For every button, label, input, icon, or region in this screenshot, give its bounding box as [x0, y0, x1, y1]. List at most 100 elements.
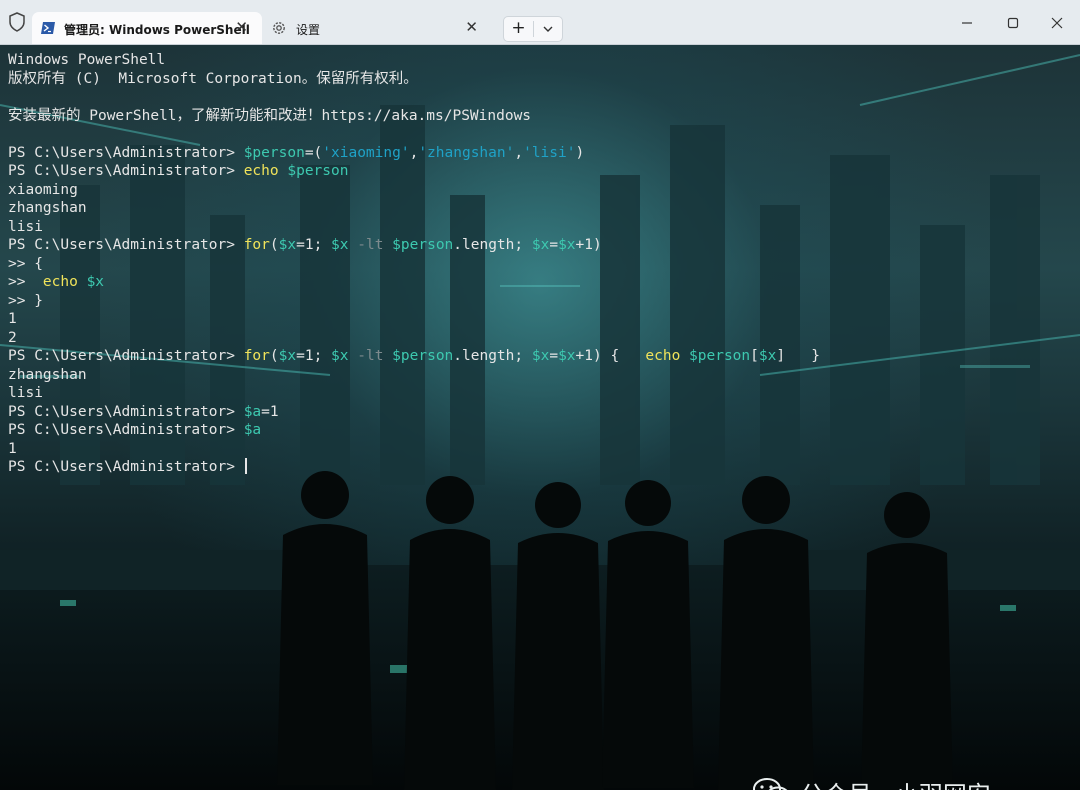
close-tab-button[interactable]: ✕ — [465, 18, 478, 36]
terminal-token: $x — [531, 348, 550, 364]
terminal-token: $a — [243, 403, 262, 420]
terminal-line: PS C:\Users\Administrator> $a — [8, 421, 820, 440]
terminal-line: PS C:\Users\Administrator> for($x=1; $x … — [8, 347, 820, 366]
terminal-token: $x — [331, 348, 349, 364]
terminal-token: ] } — [776, 348, 820, 364]
terminal-token: $x — [331, 237, 349, 253]
terminal-token: .length; — [453, 348, 532, 364]
shield-icon — [9, 12, 25, 32]
terminal-token: for — [243, 348, 270, 364]
terminal-token: PS C:\Users\Administrator> — [8, 144, 244, 161]
text-cursor — [244, 458, 247, 474]
close-tab-button[interactable]: ✕ — [235, 18, 248, 36]
terminal-token: +1) { — [575, 348, 646, 364]
profile-dropdown-button[interactable] — [534, 17, 562, 41]
terminal-token: =1 — [261, 403, 279, 420]
terminal-output: Windows PowerShell 版权所有 (C) Microsoft Cor… — [8, 51, 820, 477]
terminal-line: >> } — [8, 292, 820, 311]
terminal-token: $x — [558, 237, 576, 253]
terminal-line: 1 — [8, 310, 820, 329]
terminal-token: echo — [42, 274, 78, 290]
maximize-button[interactable] — [993, 10, 1033, 36]
terminal-line: PS C:\Users\Administrator> $person=('xia… — [8, 144, 820, 163]
terminal-token: 2 — [8, 329, 17, 346]
terminal-token: $person — [392, 348, 454, 364]
terminal-line: PS C:\Users\Administrator> for($x=1; $x … — [8, 236, 820, 255]
terminal-token: 版权所有 (C) Microsoft Corporation。保留所有权利。 — [8, 70, 418, 87]
new-tab-group: + — [503, 16, 563, 42]
terminal-token: for — [243, 237, 270, 253]
terminal-token: $x — [558, 348, 576, 364]
terminal-token: PS C:\Users\Administrator> — [8, 459, 244, 475]
terminal-token: = — [549, 348, 559, 364]
terminal-token: PS C:\Users\Administrator> — [8, 403, 244, 420]
terminal-token: xiaoming — [8, 181, 78, 198]
terminal-token: PS C:\Users\Administrator> — [8, 237, 244, 253]
terminal-line: lisi — [8, 384, 820, 403]
terminal-token: ( — [269, 348, 279, 364]
terminal-token: +1) — [575, 237, 602, 253]
tab-settings[interactable]: 设置 ✕ — [262, 12, 492, 44]
terminal-token: $person — [392, 237, 454, 253]
terminal-token: lisi — [8, 385, 43, 401]
terminal-token: $x — [86, 274, 105, 290]
new-tab-button[interactable]: + — [504, 17, 533, 41]
terminal-token: $x — [278, 348, 297, 364]
terminal-token: PS C:\Users\Administrator> — [8, 422, 244, 438]
terminal-token: = — [549, 237, 559, 253]
terminal-token: $x — [278, 237, 297, 253]
terminal-line: xiaoming — [8, 181, 820, 200]
terminal-token: ( — [269, 237, 279, 253]
gear-icon — [273, 22, 285, 34]
close-icon — [1051, 17, 1063, 29]
wechat-icon — [753, 778, 788, 790]
terminal-line: >> { — [8, 255, 820, 274]
minimize-icon — [962, 22, 972, 24]
terminal-line: zhangshan — [8, 199, 820, 218]
terminal-token: -lt — [357, 237, 384, 253]
tab-powershell[interactable]: 管理员: Windows PowerShell ✕ — [32, 12, 262, 44]
powershell-icon — [41, 22, 55, 34]
maximize-icon — [1007, 17, 1019, 29]
terminal-token: 'zhangshan' — [418, 144, 515, 161]
terminal-token: =( — [304, 144, 323, 161]
terminal-line: 版权所有 (C) Microsoft Corporation。保留所有权利。 — [8, 70, 820, 89]
terminal-token: =1; — [296, 348, 332, 364]
terminal-line: PS C:\Users\Administrator> — [8, 458, 820, 477]
terminal-window: 管理员: Windows PowerShell ✕ 设置 ✕ + Windows… — [0, 0, 1080, 790]
terminal-token: $x — [758, 348, 777, 364]
terminal-token: >> } — [8, 292, 43, 309]
terminal-line: PS C:\Users\Administrator> echo $person — [8, 162, 820, 181]
close-window-button[interactable] — [1037, 10, 1077, 36]
terminal-token: echo — [645, 348, 681, 364]
terminal-token: 安装最新的 PowerShell，了解新功能和改进！https://aka.ms… — [8, 107, 532, 124]
terminal-token: PS C:\Users\Administrator> — [8, 348, 244, 364]
terminal-token: -lt — [357, 348, 384, 364]
terminal-line: 1 — [8, 440, 820, 459]
terminal-line: lisi — [8, 218, 820, 237]
terminal-token: $person — [689, 348, 751, 364]
terminal-token: 'xiaoming' — [322, 144, 410, 161]
terminal-token: [ — [750, 348, 759, 364]
terminal-token: .length; — [453, 237, 532, 253]
terminal-line: zhangshan — [8, 366, 820, 385]
terminal-token: $person — [243, 144, 305, 161]
terminal-token: >> — [8, 274, 43, 290]
chevron-down-icon — [543, 26, 553, 32]
terminal-token: ) — [575, 144, 585, 161]
terminal-token: 1 — [8, 311, 17, 327]
terminal-token: zhangshan — [8, 366, 87, 383]
terminal-token: =1; — [296, 237, 332, 253]
tab-label: 管理员: Windows PowerShell — [64, 23, 250, 37]
terminal-line: PS C:\Users\Administrator> $a=1 — [8, 403, 820, 422]
terminal-token: $person — [287, 163, 349, 179]
terminal-token: , — [514, 144, 524, 161]
terminal-pane[interactable]: Windows PowerShell 版权所有 (C) Microsoft Cor… — [0, 45, 1080, 790]
minimize-button[interactable] — [947, 10, 987, 36]
terminal-line: Windows PowerShell — [8, 51, 820, 70]
